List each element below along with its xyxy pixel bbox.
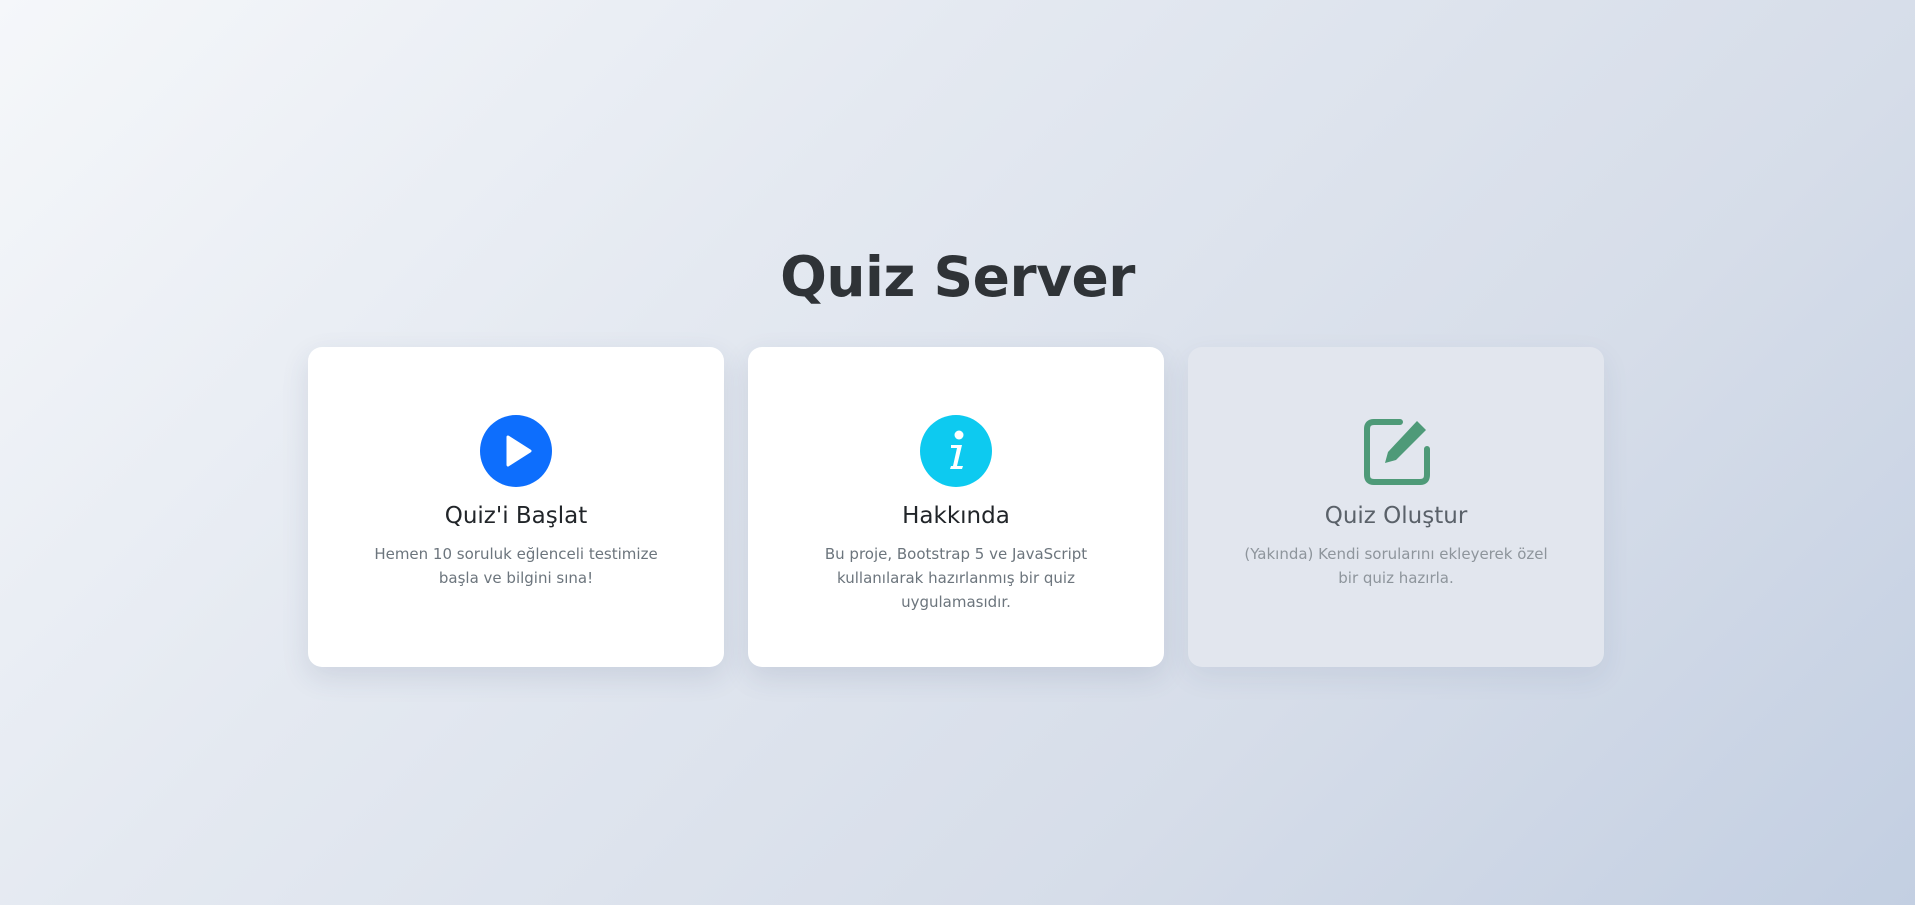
card-description: Bu proje, Bootstrap 5 ve JavaScript kull… bbox=[824, 545, 1088, 611]
card-title: Quiz Oluştur bbox=[1324, 503, 1468, 529]
start-quiz-card[interactable]: Quiz'i Başlat Hemen 10 soruluk eğlenceli… bbox=[308, 347, 724, 667]
card-title: Quiz'i Başlat bbox=[444, 503, 588, 529]
about-card[interactable]: Hakkında Bu proje, Bootstrap 5 ve JavaSc… bbox=[748, 347, 1164, 667]
page-title: Quiz Server bbox=[780, 245, 1135, 309]
card-description: (Yakında) Kendi sorularını ekleyerek öze… bbox=[1244, 545, 1548, 587]
play-icon bbox=[480, 415, 552, 487]
card-title: Hakkında bbox=[902, 503, 1010, 529]
card-description: Hemen 10 soruluk eğlenceli testimize baş… bbox=[374, 545, 658, 587]
info-icon bbox=[920, 415, 992, 487]
menu-cards: Quiz'i Başlat Hemen 10 soruluk eğlenceli… bbox=[308, 347, 1604, 667]
edit-icon bbox=[1360, 415, 1432, 487]
create-quiz-card: Quiz Oluştur (Yakında) Kendi sorularını … bbox=[1188, 347, 1604, 667]
